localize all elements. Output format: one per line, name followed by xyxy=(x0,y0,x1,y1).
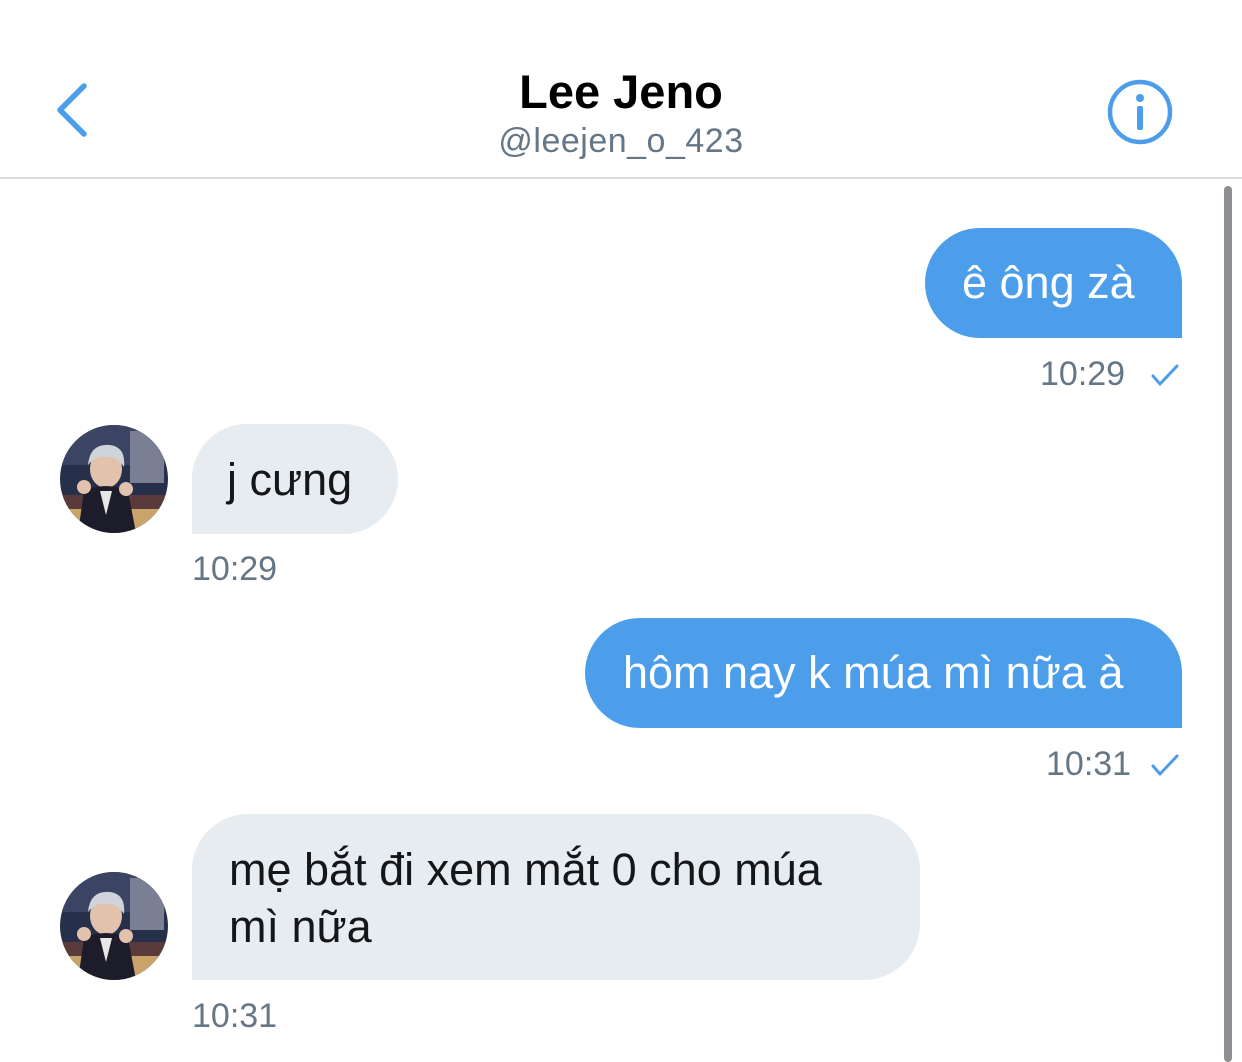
sent-check-icon xyxy=(1151,754,1179,776)
message-text: hôm nay k múa mì nữa à xyxy=(623,647,1124,698)
avatar[interactable] xyxy=(60,425,168,533)
sent-message-bubble[interactable]: hôm nay k múa mì nữa à xyxy=(585,618,1182,728)
avatar-image xyxy=(60,425,168,533)
message-text-line: mì nữa xyxy=(229,901,372,952)
avatar-image xyxy=(60,872,168,980)
message-text-line: mẹ bắt đi xem mắt 0 cho múa xyxy=(229,844,822,895)
message-timestamp: 10:29 xyxy=(192,550,278,588)
message-timestamp: 10:29 xyxy=(1040,355,1126,393)
message-timestamp: 10:31 xyxy=(192,997,278,1035)
message-text: ê ông zà xyxy=(962,257,1135,308)
sent-check-icon xyxy=(1151,364,1179,386)
contact-name[interactable]: Lee Jeno xyxy=(0,64,1242,119)
message-timestamp: 10:31 xyxy=(1046,745,1132,783)
sent-message-bubble[interactable]: ê ông zà xyxy=(925,228,1182,338)
avatar[interactable] xyxy=(60,872,168,980)
contact-handle[interactable]: @leejen_o_423 xyxy=(0,122,1242,161)
scrollbar[interactable] xyxy=(1224,186,1232,1062)
message-text: j cưng xyxy=(227,454,353,505)
info-icon[interactable] xyxy=(1106,78,1174,146)
received-message-bubble[interactable]: j cưng xyxy=(192,424,398,534)
received-message-bubble[interactable]: mẹ bắt đi xem mắt 0 cho múa mì nữa xyxy=(192,814,920,980)
conversation-header: Lee Jeno @leejen_o_423 xyxy=(0,0,1242,179)
